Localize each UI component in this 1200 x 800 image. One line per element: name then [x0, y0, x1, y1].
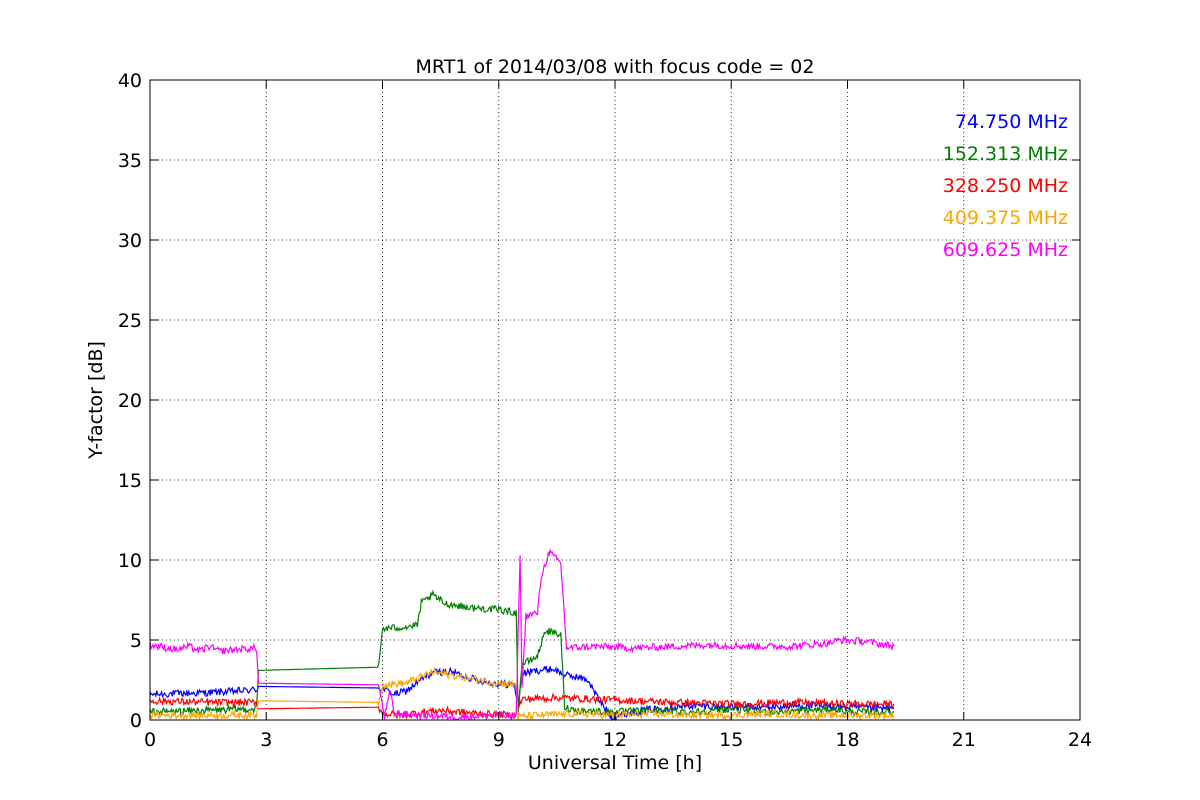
x-tick-label: 9	[493, 729, 505, 751]
x-tick-label: 15	[719, 729, 743, 751]
ticks: 0 3 6 9 12 15 18 21 24 0 5 10 15 20 25 30 35 40	[118, 70, 1092, 751]
legend-entry: 609.625 MHz	[943, 239, 1068, 261]
x-axis-label: Universal Time [h]	[528, 752, 702, 774]
legend-entry: 152.313 MHz	[943, 143, 1068, 165]
y-tick-label: 40	[118, 70, 142, 92]
legend: 74.750 MHz 152.313 MHz 328.250 MHz 409.375 …	[943, 111, 1068, 261]
series-line	[149, 548, 895, 722]
chart-title: MRT1 of 2014/03/08 with focus code = 02	[416, 56, 815, 78]
x-tick-label: 12	[603, 729, 627, 751]
x-tick-label: 6	[376, 729, 388, 751]
legend-entry: 409.375 MHz	[943, 207, 1068, 229]
chart: 0 3 6 9 12 15 18 21 24 0 5 10 15 20 25 30 35 40 MRT1 of 2…	[85, 56, 1092, 774]
y-tick-label: 0	[130, 710, 142, 732]
y-tick-label: 30	[118, 230, 142, 252]
y-tick-label: 15	[118, 470, 142, 492]
y-tick-label: 25	[118, 310, 142, 332]
y-tick-label: 20	[118, 390, 142, 412]
y-tick-label: 35	[118, 150, 142, 172]
x-tick-label: 24	[1068, 729, 1092, 751]
y-tick-label: 10	[118, 550, 142, 572]
legend-entry: 74.750 MHz	[955, 111, 1068, 133]
x-tick-label: 0	[144, 729, 156, 751]
legend-entry: 328.250 MHz	[943, 175, 1068, 197]
y-axis-label: Y-factor [dB]	[85, 341, 107, 460]
series-layer	[149, 548, 895, 722]
grid	[150, 80, 1080, 720]
x-tick-label: 3	[260, 729, 272, 751]
x-tick-label: 21	[952, 729, 976, 751]
y-tick-label: 5	[130, 630, 142, 652]
x-tick-label: 18	[835, 729, 859, 751]
